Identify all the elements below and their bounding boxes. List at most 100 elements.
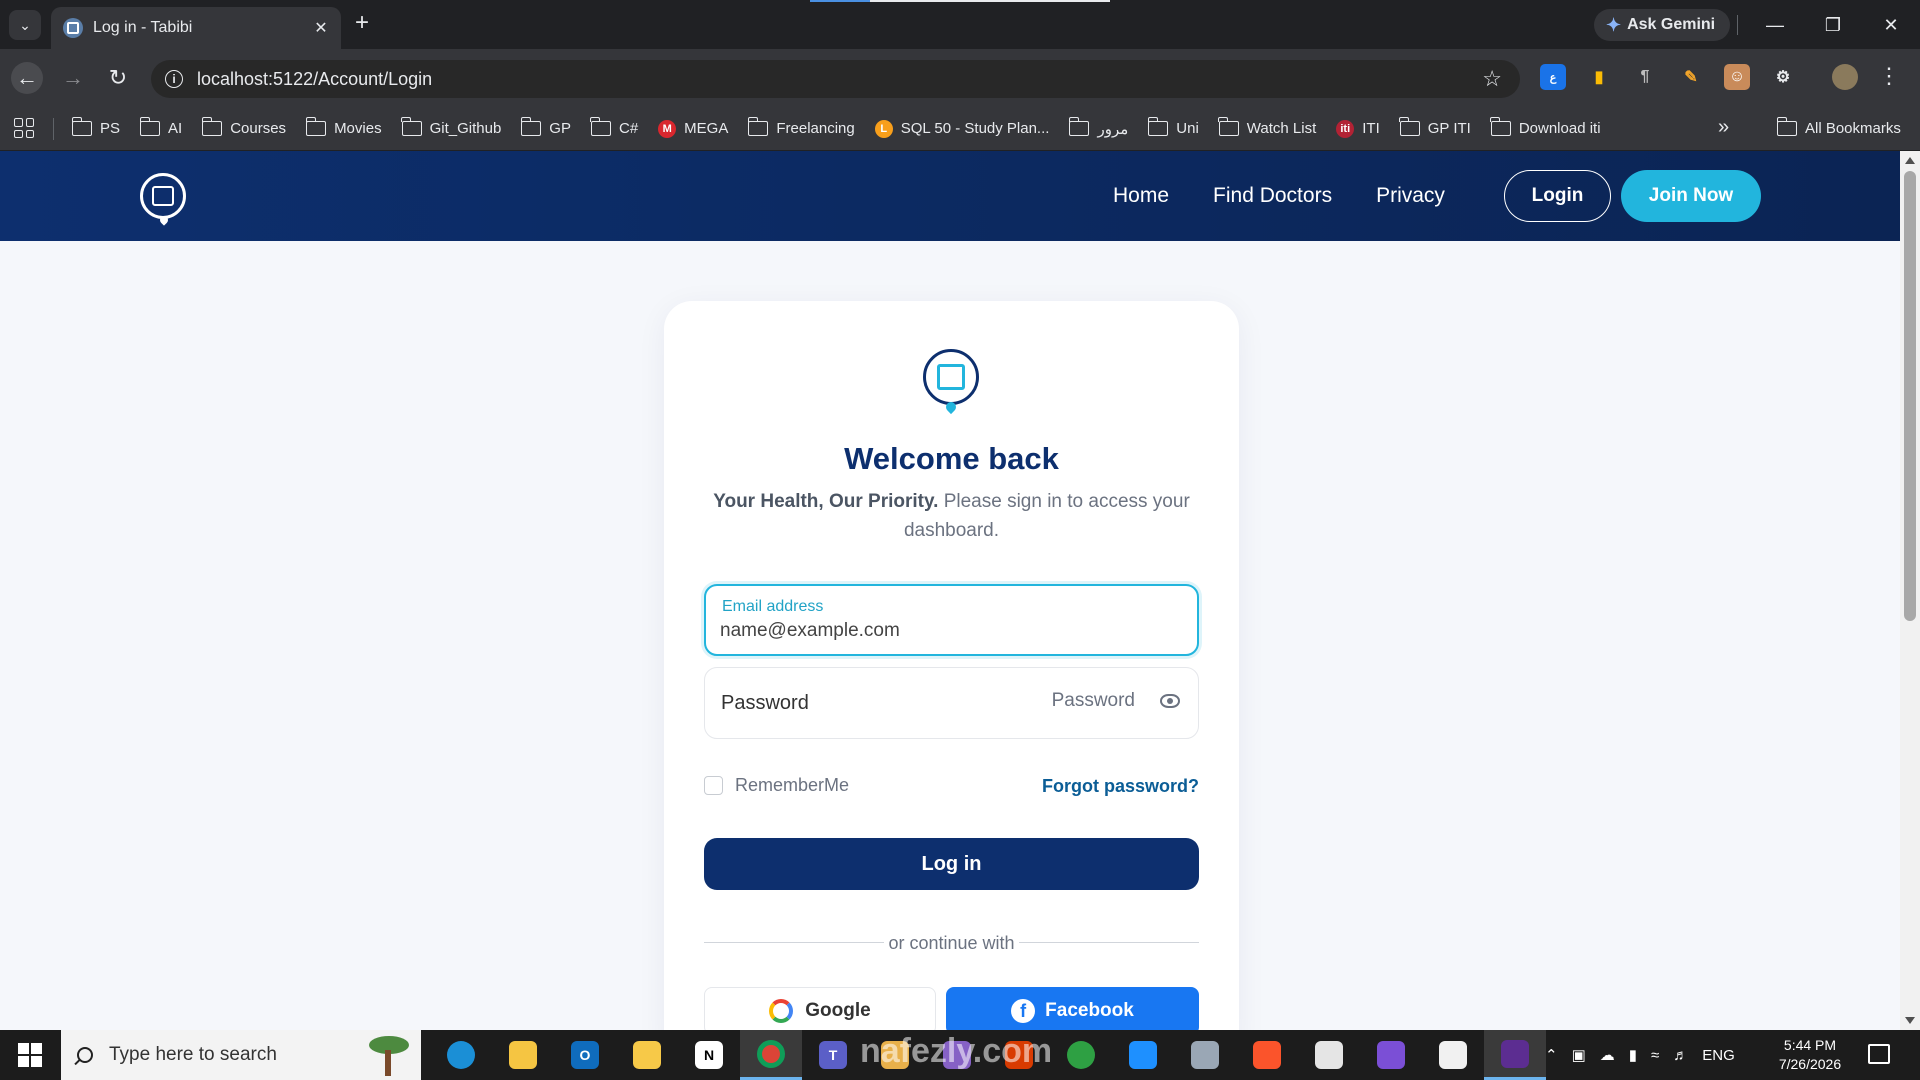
eye-icon[interactable] [1160, 694, 1180, 708]
bookmark-item[interactable]: GP ITI [1399, 117, 1471, 137]
bookmark-item[interactable]: Courses [201, 117, 286, 137]
extension-pen-icon[interactable]: ✎ [1678, 64, 1704, 90]
battery-icon[interactable]: ▮ [1629, 1046, 1637, 1064]
scroll-down-arrow-icon[interactable] [1905, 1017, 1915, 1024]
browser-tab-active[interactable]: Log in - Tabibi ✕ [51, 7, 341, 49]
remember-me-checkbox[interactable] [704, 776, 723, 795]
site-info-icon[interactable]: i [165, 70, 183, 88]
reload-button[interactable]: ↻ [102, 62, 134, 94]
bookmark-item[interactable]: Git_Github [401, 117, 501, 137]
password-input[interactable] [1005, 690, 1135, 712]
bookmark-item[interactable]: PS [71, 117, 120, 137]
app-icon [1377, 1041, 1405, 1069]
nav-privacy-link[interactable]: Privacy [1376, 184, 1445, 208]
forgot-password-link[interactable]: Forgot password? [1042, 776, 1199, 797]
taskbar-notion[interactable]: N [678, 1030, 740, 1080]
bookmark-item[interactable]: C# [590, 117, 638, 137]
bookmark-item[interactable]: Freelancing [747, 117, 855, 137]
extension-paragraph-icon[interactable]: ¶ [1632, 64, 1658, 90]
taskbar-search-placeholder: Type here to search [109, 1044, 277, 1065]
chevron-up-icon[interactable]: ⌃ [1545, 1046, 1558, 1064]
join-now-button[interactable]: Join Now [1621, 170, 1761, 222]
taskbar-clock[interactable]: 5:44 PM 7/26/2026 [1770, 1036, 1850, 1074]
bookmark-item[interactable]: Movies [305, 117, 382, 137]
bookmark-item[interactable]: Download iti [1490, 117, 1601, 137]
profile-avatar[interactable] [1832, 64, 1858, 90]
nav-login-button[interactable]: Login [1504, 170, 1611, 222]
gemini-sparkle-icon: ✦ [1606, 14, 1622, 35]
more-bookmarks-icon[interactable]: » [1718, 116, 1729, 139]
browser-menu-icon[interactable]: ⋮ [1878, 63, 1900, 89]
system-tray: ⌃ ▣ ☁ ▮ ≈ ♬ ENG [1545, 1030, 1735, 1080]
bookmark-item[interactable]: GP [520, 117, 571, 137]
taskbar-sticky-notes[interactable] [616, 1030, 678, 1080]
remember-me[interactable]: RememberMe [704, 775, 849, 796]
taskbar-teams[interactable]: T [802, 1030, 864, 1080]
taskbar-chrome[interactable] [740, 1030, 802, 1080]
folder-icon [1068, 117, 1090, 136]
login-subtitle: Your Health, Our Priority. Please sign i… [704, 487, 1199, 545]
ask-gemini-button[interactable]: ✦ Ask Gemini [1594, 9, 1731, 41]
new-tab-button[interactable]: + [355, 11, 369, 35]
page-scrollbar[interactable] [1900, 151, 1920, 1030]
restore-window-button[interactable]: ❐ [1808, 8, 1858, 42]
taskbar-edge[interactable] [430, 1030, 492, 1080]
taskbar-app-16[interactable] [1360, 1030, 1422, 1080]
taskbar-outlook[interactable]: O [554, 1030, 616, 1080]
taskbar-app-13[interactable] [1174, 1030, 1236, 1080]
extension-chart-icon[interactable]: ▮ [1586, 64, 1612, 90]
bookmark-item[interactable]: Uni [1147, 117, 1199, 137]
all-bookmarks-button[interactable]: All Bookmarks [1776, 106, 1901, 151]
language-indicator[interactable]: ENG [1702, 1047, 1735, 1064]
login-card: Welcome back Your Health, Our Priority. … [664, 301, 1239, 1030]
meet-icon[interactable]: ▣ [1572, 1046, 1586, 1064]
taskbar-app-11[interactable] [1050, 1030, 1112, 1080]
taskbar-notepad[interactable] [1422, 1030, 1484, 1080]
bookmark-item[interactable]: AI [139, 117, 182, 137]
remember-me-label[interactable]: RememberMe [735, 775, 849, 796]
extension-face-icon[interactable]: ☺ [1724, 64, 1750, 90]
minimize-window-button[interactable]: — [1750, 8, 1800, 42]
cloud-icon[interactable]: ☁ [1600, 1046, 1615, 1064]
tabibi-logo-icon[interactable] [140, 173, 186, 219]
taskbar-search[interactable]: Type here to search [61, 1030, 421, 1080]
taskbar-brave[interactable] [1236, 1030, 1298, 1080]
folder-icon [1399, 117, 1420, 136]
taskbar-app-15[interactable] [1298, 1030, 1360, 1080]
back-button[interactable]: ← [11, 62, 43, 94]
wifi-icon[interactable]: ≈ [1651, 1047, 1659, 1064]
volume-icon[interactable]: ♬ [1673, 1047, 1688, 1064]
tab-search-button[interactable]: ⌄ [9, 10, 41, 40]
taskbar-app-12[interactable] [1112, 1030, 1174, 1080]
nav-home-link[interactable]: Home [1113, 184, 1169, 208]
social-divider: or continue with [704, 933, 1199, 953]
address-bar[interactable]: i localhost:5122/Account/Login ☆ [151, 60, 1520, 98]
forward-button[interactable]: → [57, 62, 89, 94]
close-tab-icon[interactable]: ✕ [311, 18, 331, 38]
extension-translate-icon[interactable]: ع [1540, 64, 1566, 90]
site-favicon-icon: M [658, 119, 677, 138]
close-window-button[interactable]: ✕ [1866, 8, 1916, 42]
taskbar-explorer[interactable] [492, 1030, 554, 1080]
bookmark-item[interactable]: L SQL 50 - Study Plan... [874, 119, 1049, 138]
taskbar-terminal[interactable] [1484, 1030, 1546, 1080]
apps-grid-icon[interactable] [14, 118, 34, 138]
facebook-login-button[interactable]: f Facebook [946, 987, 1199, 1030]
chevron-down-icon: ⌄ [19, 16, 31, 33]
bookmark-item[interactable]: M MEGA [658, 119, 728, 138]
email-input[interactable] [720, 620, 1180, 642]
bookmark-star-icon[interactable]: ☆ [1482, 66, 1502, 92]
windows-start-icon[interactable] [0, 1030, 60, 1080]
password-field[interactable]: Password [704, 667, 1199, 739]
login-submit-button[interactable]: Log in [704, 838, 1199, 890]
bookmark-item[interactable]: iti ITI [1336, 119, 1380, 138]
scroll-up-arrow-icon[interactable] [1905, 157, 1915, 164]
notification-icon[interactable] [1868, 1044, 1890, 1064]
email-field[interactable]: Email address [704, 584, 1199, 656]
bookmark-item[interactable]: Watch List [1218, 117, 1316, 137]
bookmark-item[interactable]: مرور [1068, 117, 1128, 138]
scroll-thumb[interactable] [1904, 171, 1916, 621]
google-login-button[interactable]: Google [704, 987, 936, 1030]
nav-find-doctors-link[interactable]: Find Doctors [1213, 184, 1332, 208]
extensions-puzzle-icon[interactable]: ⚙ [1770, 64, 1796, 90]
